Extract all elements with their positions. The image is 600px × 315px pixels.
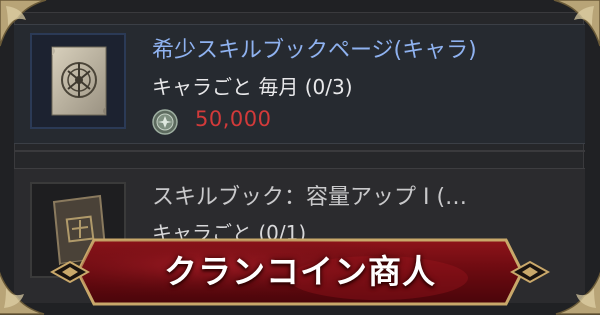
item-title: スキルブック：容量アップ I (… <box>152 185 468 210</box>
item-divider <box>14 150 585 152</box>
diamond-ornament-icon <box>510 260 550 284</box>
item-purchase-limit: キャラごと 毎月 (0/3) <box>152 75 353 99</box>
diamond-ornament-icon <box>50 260 90 284</box>
shop-screen: 希少スキルブックページ(キャラ) キャラごと 毎月 (0/3) 50,000 ス… <box>0 0 600 315</box>
clan-coin-icon <box>152 109 178 135</box>
item-title: 希少スキルブックページ(キャラ) <box>152 38 477 63</box>
banner-title: クランコイン商人 <box>164 252 436 291</box>
corner-ornament-icon <box>553 0 600 47</box>
item-price: 50,000 <box>195 107 272 131</box>
corner-ornament-icon <box>0 0 47 47</box>
